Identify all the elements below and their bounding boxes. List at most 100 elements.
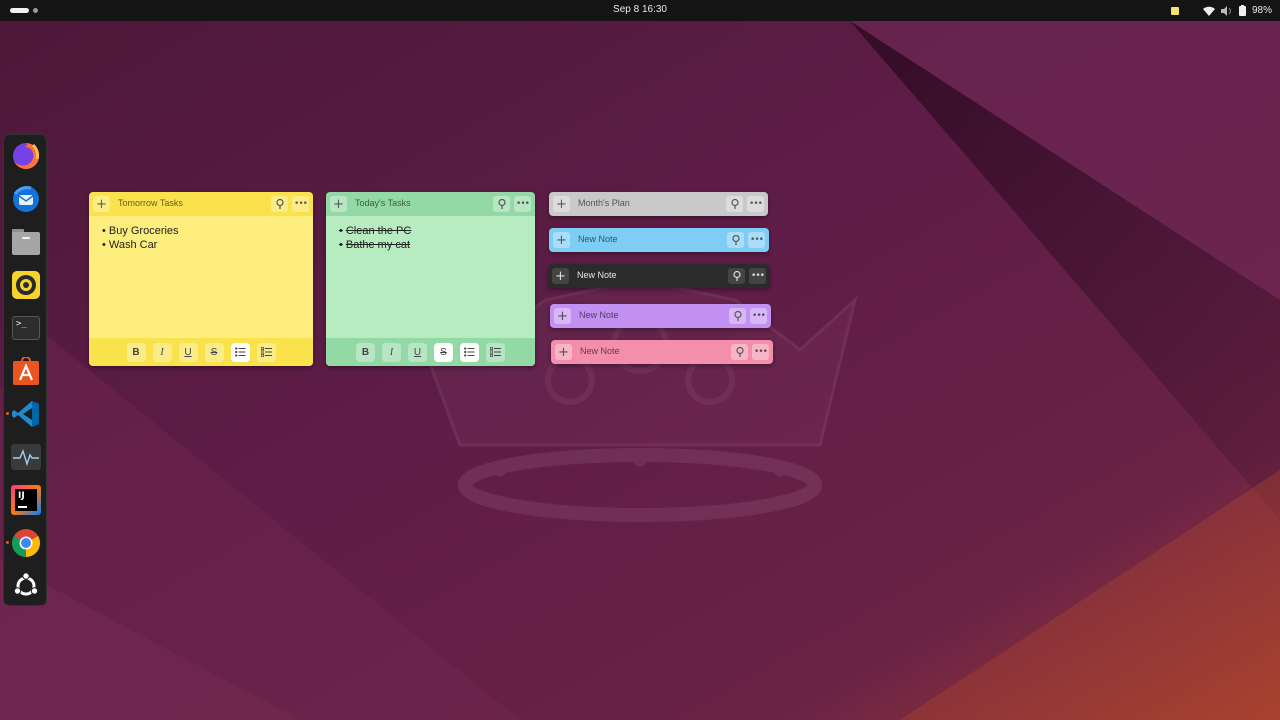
sticky-notes-indicator-icon[interactable]	[1170, 6, 1179, 15]
note-header[interactable]: + New Note •••	[549, 228, 769, 252]
note-header[interactable]: + New Note •••	[548, 264, 770, 288]
bullet-list-button[interactable]	[230, 342, 250, 362]
note-body[interactable]: Clean the PC Bathe my cat B I U S	[326, 216, 535, 366]
list-item[interactable]: Wash Car	[102, 239, 313, 253]
new-note-button[interactable]: +	[330, 196, 347, 212]
pin-button[interactable]	[728, 268, 745, 284]
note-title[interactable]: New Note	[580, 346, 620, 356]
dock-item-thunderbird[interactable]	[10, 183, 42, 215]
pin-button[interactable]	[493, 196, 510, 212]
clock[interactable]: Sep 8 16:30	[0, 4, 1280, 15]
note-item-list: Clean the PC Bathe my cat	[339, 225, 535, 252]
bold-button[interactable]: B	[356, 342, 375, 362]
new-note-button[interactable]: +	[553, 232, 570, 248]
italic-button[interactable]: I	[152, 342, 172, 362]
more-options-button[interactable]: •••	[292, 196, 309, 212]
new-note-button[interactable]: +	[554, 308, 571, 324]
files-icon	[12, 229, 40, 255]
pin-icon	[735, 347, 744, 357]
note-header[interactable]: + Today's Tasks •••	[326, 192, 535, 216]
new-note-button[interactable]: +	[552, 268, 569, 284]
thunderbird-icon	[13, 186, 39, 212]
dock-item-terminal[interactable]: >_	[10, 312, 42, 344]
new-note-button[interactable]: +	[553, 196, 570, 212]
vscode-icon	[12, 401, 39, 427]
new-note-button[interactable]: +	[555, 344, 572, 360]
battery-percentage: 98%	[1251, 5, 1272, 16]
note-header[interactable]: + New Note •••	[551, 340, 773, 364]
terminal-prompt-glyph: >_	[16, 319, 27, 329]
list-item-done[interactable]: Bathe my cat	[339, 239, 535, 253]
note-header[interactable]: + Tomorrow Tasks •••	[89, 192, 313, 216]
note-item-list: Buy Groceries Wash Car	[102, 225, 313, 252]
italic-button[interactable]: I	[382, 342, 401, 362]
ellipsis-icon: •••	[751, 270, 765, 281]
volume-icon	[1220, 5, 1231, 16]
more-options-button[interactable]: •••	[747, 196, 764, 212]
ellipsis-icon: •••	[754, 346, 768, 357]
note-title[interactable]: New Note	[578, 234, 618, 244]
dock-item-chrome[interactable]	[6, 527, 42, 559]
bold-button[interactable]: B	[126, 342, 146, 362]
list-item[interactable]: Buy Groceries	[102, 225, 313, 239]
pin-icon	[732, 271, 741, 281]
dock-item-vscode[interactable]	[6, 398, 42, 430]
note-title[interactable]: Tomorrow Tasks	[118, 198, 183, 208]
chrome-icon	[12, 529, 40, 557]
top-bar: Sep 8 16:30 98%	[0, 0, 1280, 21]
sticky-note-tomorrow-tasks[interactable]: + Tomorrow Tasks ••• Buy Groceries Wash …	[89, 192, 313, 366]
pin-icon	[275, 199, 284, 209]
pin-button[interactable]	[726, 196, 743, 212]
more-options-button[interactable]: •••	[748, 232, 765, 248]
sticky-note-todays-tasks[interactable]: + Today's Tasks ••• Clean the PC Bathe m…	[326, 192, 535, 366]
more-options-button[interactable]: •••	[750, 308, 767, 324]
underline-button[interactable]: U	[178, 342, 198, 362]
pin-button[interactable]	[271, 196, 288, 212]
sticky-note-new-note-blue[interactable]: + New Note •••	[549, 228, 769, 252]
sticky-note-months-plan[interactable]: + Month's Plan •••	[549, 192, 768, 216]
underline-button[interactable]: U	[408, 342, 427, 362]
dock-item-firefox[interactable]	[10, 140, 42, 172]
more-options-button[interactable]: •••	[514, 196, 531, 212]
strikethrough-button[interactable]: S	[204, 342, 224, 362]
ellipsis-icon: •••	[752, 310, 766, 321]
checklist-button[interactable]	[256, 342, 276, 362]
terminal-icon: >_	[12, 316, 40, 340]
note-body[interactable]: Buy Groceries Wash Car B I U S	[89, 216, 313, 366]
pin-button[interactable]	[731, 344, 748, 360]
system-tray[interactable]: 98%	[1170, 3, 1272, 18]
ellipsis-icon: •••	[516, 198, 530, 209]
note-header[interactable]: + Month's Plan •••	[549, 192, 768, 216]
battery-icon	[1238, 5, 1246, 16]
note-title[interactable]: Today's Tasks	[355, 198, 411, 208]
formatting-toolbar: B I U S	[326, 338, 535, 366]
list-item-done[interactable]: Clean the PC	[339, 225, 535, 239]
intellij-glyph: IJ	[18, 491, 25, 501]
note-title[interactable]: Month's Plan	[578, 198, 630, 208]
wifi-icon	[1202, 6, 1215, 16]
note-header[interactable]: + New Note •••	[550, 304, 771, 328]
sticky-note-new-note-pink[interactable]: + New Note •••	[551, 340, 773, 364]
pin-button[interactable]	[729, 308, 746, 324]
more-options-button[interactable]: •••	[752, 344, 769, 360]
sticky-note-new-note-dark[interactable]: + New Note •••	[548, 264, 770, 288]
ubuntu-icon	[13, 573, 39, 596]
dock-item-system-monitor[interactable]	[10, 441, 42, 473]
more-options-button[interactable]: •••	[749, 268, 766, 284]
bullet-list-icon	[234, 347, 245, 357]
bullet-list-button[interactable]	[460, 342, 479, 362]
pin-button[interactable]	[727, 232, 744, 248]
new-note-button[interactable]: +	[93, 196, 110, 212]
note-title[interactable]: New Note	[579, 310, 619, 320]
dock-item-app-center[interactable]	[10, 355, 42, 387]
pin-icon	[733, 311, 742, 321]
strikethrough-button[interactable]: S	[434, 342, 453, 362]
pin-icon	[730, 199, 739, 209]
dock-item-rhythmbox[interactable]	[10, 269, 42, 301]
dock-item-show-apps[interactable]	[10, 570, 42, 602]
note-title[interactable]: New Note	[577, 270, 617, 280]
sticky-note-new-note-purple[interactable]: + New Note •••	[550, 304, 771, 328]
dock-item-intellij[interactable]: IJ	[10, 484, 42, 516]
checklist-button[interactable]	[486, 342, 505, 362]
dock-item-files[interactable]	[10, 226, 42, 258]
